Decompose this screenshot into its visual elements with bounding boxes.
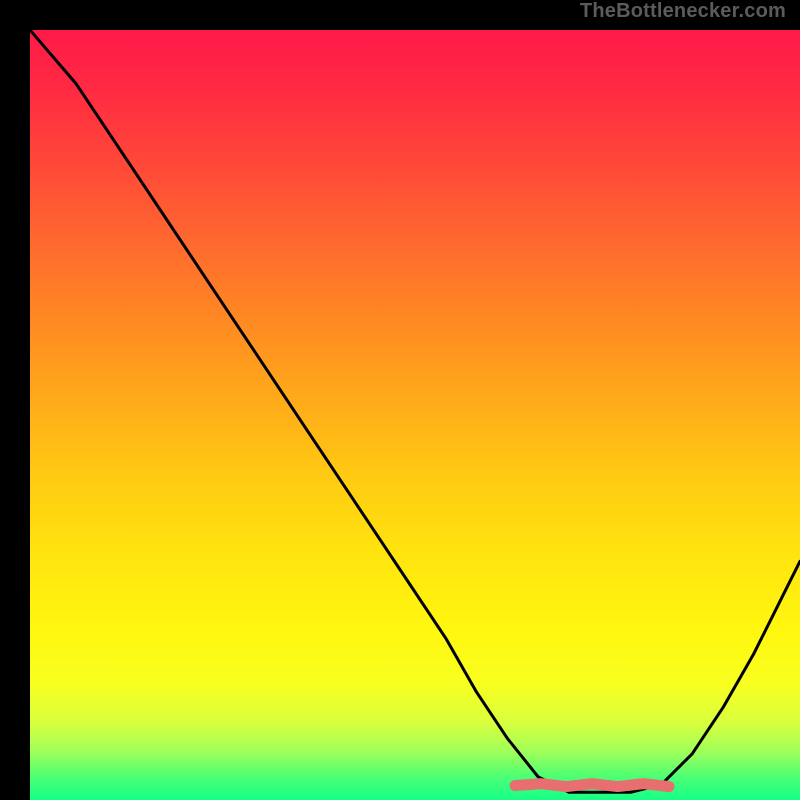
bottleneck-curve [30,30,800,792]
chart-frame [15,15,785,785]
chart-svg [30,30,800,800]
plot-area [30,30,800,800]
minimum-band [515,784,669,787]
attribution-text: TheBottlenecker.com [580,0,786,23]
